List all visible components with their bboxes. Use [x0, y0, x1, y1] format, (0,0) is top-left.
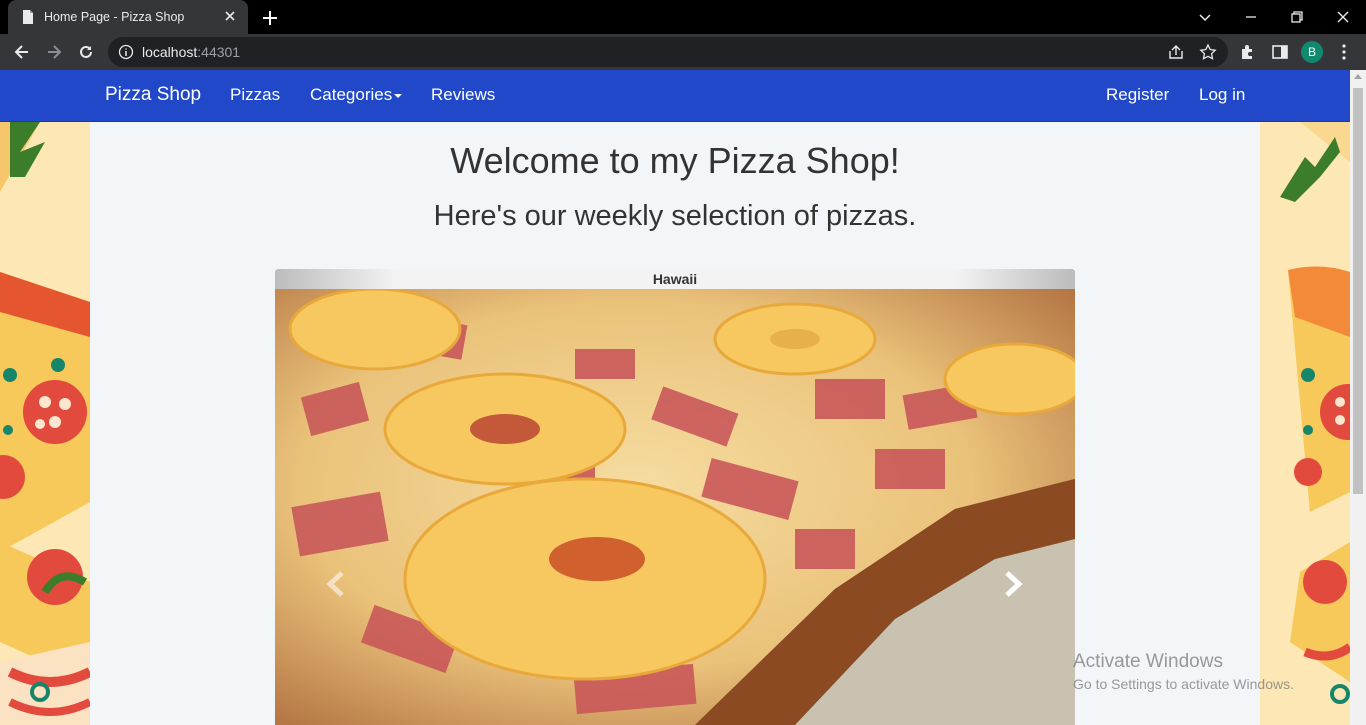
- brand-link[interactable]: Pizza Shop: [105, 84, 201, 106]
- page-favicon-icon: [23, 10, 33, 24]
- reload-icon[interactable]: [76, 42, 96, 62]
- tab-title: Home Page - Pizza Shop: [44, 10, 185, 24]
- profile-avatar[interactable]: B: [1301, 41, 1323, 63]
- address-bar[interactable]: localhost:44301: [108, 37, 1228, 67]
- side-panel-icon[interactable]: [1270, 42, 1290, 62]
- pizza-carousel: Hawaii: [275, 269, 1075, 725]
- page-scrollbar[interactable]: [1350, 70, 1366, 725]
- main-content: Welcome to my Pizza Shop! Here's our wee…: [90, 122, 1260, 725]
- nav-link-categories[interactable]: Categories: [310, 85, 403, 105]
- tab-search-chevron-icon[interactable]: [1194, 6, 1216, 28]
- activate-windows-title: Activate Windows: [1073, 651, 1223, 672]
- forward-icon[interactable]: [44, 42, 64, 62]
- site-info-icon[interactable]: [118, 44, 134, 60]
- register-link[interactable]: Register: [1106, 85, 1169, 105]
- page-title: Welcome to my Pizza Shop!: [450, 140, 900, 181]
- pizza-pattern-illustration: [1260, 122, 1350, 725]
- extensions-icon[interactable]: [1238, 42, 1258, 62]
- page-subtitle: Here's our weekly selection of pizzas.: [433, 200, 917, 232]
- carousel-prev-icon[interactable]: [322, 569, 352, 599]
- pizza-slide-image: [275, 289, 1075, 725]
- nav-link-pizzas[interactable]: Pizzas: [230, 85, 280, 105]
- browser-tab-strip: Home Page - Pizza Shop: [0, 0, 1366, 34]
- activate-windows-subtitle: Go to Settings to activate Windows.: [1073, 676, 1294, 692]
- carousel-caption: Hawaii: [275, 269, 1075, 289]
- bookmark-star-icon[interactable]: [1198, 42, 1218, 62]
- minimize-icon[interactable]: [1240, 6, 1262, 28]
- pizza-background-left: [0, 122, 90, 725]
- back-icon[interactable]: [12, 42, 32, 62]
- new-tab-icon[interactable]: [258, 6, 282, 30]
- nav-link-categories-label: Categories: [310, 85, 393, 104]
- browser-tab[interactable]: Home Page - Pizza Shop: [8, 0, 248, 34]
- restore-icon[interactable]: [1286, 6, 1308, 28]
- carousel-next-icon[interactable]: [997, 569, 1027, 599]
- url-host: localhost: [142, 44, 198, 60]
- page-viewport: Pizza Shop Pizzas Categories Reviews Reg…: [0, 70, 1350, 725]
- scrollbar-thumb[interactable]: [1353, 88, 1363, 494]
- url-port: :44301: [197, 44, 241, 60]
- close-window-icon[interactable]: [1332, 6, 1354, 28]
- share-icon[interactable]: [1166, 42, 1186, 62]
- login-link[interactable]: Log in: [1199, 85, 1245, 105]
- browser-menu-icon[interactable]: [1334, 42, 1354, 62]
- browser-toolbar: localhost:44301: [0, 34, 1366, 70]
- nav-link-reviews[interactable]: Reviews: [431, 85, 495, 105]
- close-tab-icon[interactable]: [222, 8, 238, 24]
- pizza-pattern-illustration: [0, 122, 90, 725]
- pizza-background-right: [1260, 122, 1350, 725]
- site-navbar: Pizza Shop Pizzas Categories Reviews Reg…: [0, 70, 1350, 122]
- dropdown-caret-icon: [394, 93, 403, 98]
- scroll-up-arrow-icon[interactable]: [1354, 74, 1362, 79]
